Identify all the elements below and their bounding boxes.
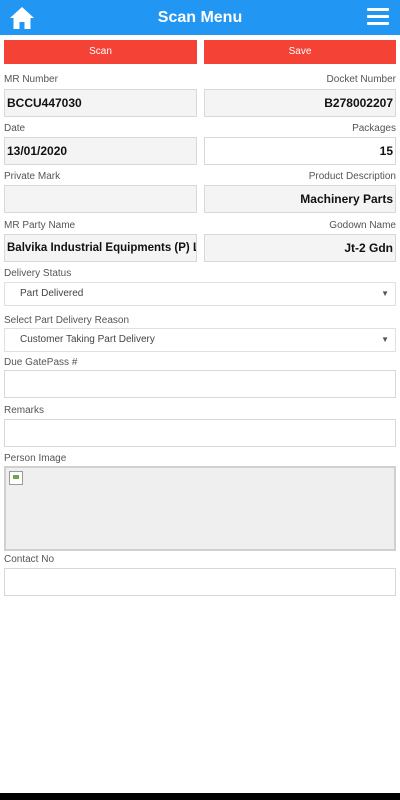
due-gatepass-label: Due GatePass # — [4, 357, 78, 368]
bottom-bar — [0, 793, 400, 800]
dropdown-caret-icon: ▼ — [381, 335, 389, 344]
delivery-status-value: Part Delivered — [20, 288, 84, 299]
date-field: 13/01/2020 — [4, 137, 197, 165]
person-image[interactable] — [4, 466, 396, 551]
due-gatepass-input[interactable] — [4, 370, 396, 398]
broken-image-icon — [9, 471, 23, 485]
part-delivery-reason-select[interactable]: Customer Taking Part Delivery ▼ — [4, 328, 396, 352]
private-mark-label: Private Mark — [4, 171, 61, 182]
delivery-status-select[interactable]: Part Delivered ▼ — [4, 282, 396, 306]
contact-no-label: Contact No — [4, 554, 55, 565]
scan-button[interactable]: Scan — [4, 40, 197, 64]
mr-party-name-field: Balvika Industrial Equipments (P) Ltd — [4, 234, 197, 262]
remarks-input[interactable] — [4, 419, 396, 447]
product-description-field: Machinery Parts — [204, 185, 396, 213]
top-app-bar: Scan Menu — [0, 0, 400, 35]
godown-name-label: Godown Name — [329, 220, 396, 231]
part-delivery-reason-value: Customer Taking Part Delivery — [20, 334, 155, 345]
godown-name-field: Jt-2 Gdn — [204, 234, 396, 262]
packages-label: Packages — [352, 123, 396, 134]
product-description-label: Product Description — [308, 171, 396, 182]
save-button[interactable]: Save — [204, 40, 396, 64]
hamburger-menu-icon[interactable] — [367, 7, 389, 27]
delivery-status-label: Delivery Status — [4, 268, 72, 279]
remarks-label: Remarks — [4, 405, 45, 416]
page-title: Scan Menu — [157, 9, 243, 26]
person-image-label: Person Image — [4, 453, 67, 464]
date-label: Date — [4, 123, 26, 134]
docket-number-label: Docket Number — [326, 74, 396, 85]
packages-field[interactable]: 15 — [204, 137, 396, 165]
mr-number-field: BCCU447030 — [4, 89, 197, 117]
mr-party-name-label: MR Party Name — [4, 220, 76, 231]
private-mark-field — [4, 185, 197, 213]
part-delivery-reason-label: Select Part Delivery Reason — [4, 315, 130, 326]
mr-number-label: MR Number — [4, 74, 58, 85]
dropdown-caret-icon: ▼ — [381, 289, 389, 298]
contact-no-input[interactable] — [4, 568, 396, 596]
docket-number-field: B278002207 — [204, 89, 396, 117]
